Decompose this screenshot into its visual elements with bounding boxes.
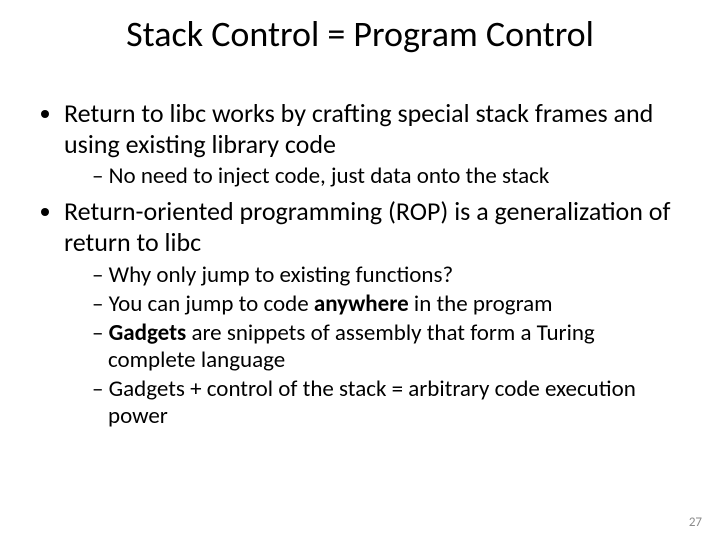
bullet-2-sub-3: Gadgets are snippets of assembly that fo… bbox=[92, 320, 684, 374]
bullet-2: Return-oriented programming (ROP) is a g… bbox=[64, 196, 684, 430]
bullet-1-text: Return to libc works by crafting special… bbox=[64, 97, 653, 160]
bullet-2-text: Return-oriented programming (ROP) is a g… bbox=[64, 195, 670, 258]
bullet-list: Return to libc works by crafting special… bbox=[36, 98, 684, 431]
bullet-2-sub-3-bold: Gadgets bbox=[109, 319, 187, 347]
bullet-2-sublist: Why only jump to existing functions? You… bbox=[64, 262, 684, 431]
bullet-2-sub-2: You can jump to code anywhere in the pro… bbox=[92, 291, 684, 318]
bullet-2-sub-4: Gadgets + control of the stack = arbitra… bbox=[92, 376, 684, 430]
bullet-1-sub-1: No need to inject code, just data onto t… bbox=[92, 163, 684, 190]
slide-title: Stack Control = Program Control bbox=[0, 12, 720, 56]
bullet-2-sub-4-text: Gadgets + control of the stack = arbitra… bbox=[108, 375, 636, 430]
bullet-2-sub-1: Why only jump to existing functions? bbox=[92, 262, 684, 289]
slide-body: Return to libc works by crafting special… bbox=[36, 98, 684, 437]
slide: Stack Control = Program Control Return t… bbox=[0, 0, 720, 540]
bullet-2-sub-2-bold: anywhere bbox=[314, 290, 409, 318]
bullet-1-sub-1-text: No need to inject code, just data onto t… bbox=[109, 162, 550, 190]
bullet-2-sub-1-text: Why only jump to existing functions? bbox=[109, 261, 453, 289]
bullet-2-sub-2-suffix: in the program bbox=[409, 290, 553, 318]
page-number: 27 bbox=[689, 515, 702, 530]
bullet-1-sublist: No need to inject code, just data onto t… bbox=[64, 163, 684, 190]
bullet-1: Return to libc works by crafting special… bbox=[64, 98, 684, 190]
bullet-2-sub-2-prefix: You can jump to code bbox=[109, 290, 314, 318]
